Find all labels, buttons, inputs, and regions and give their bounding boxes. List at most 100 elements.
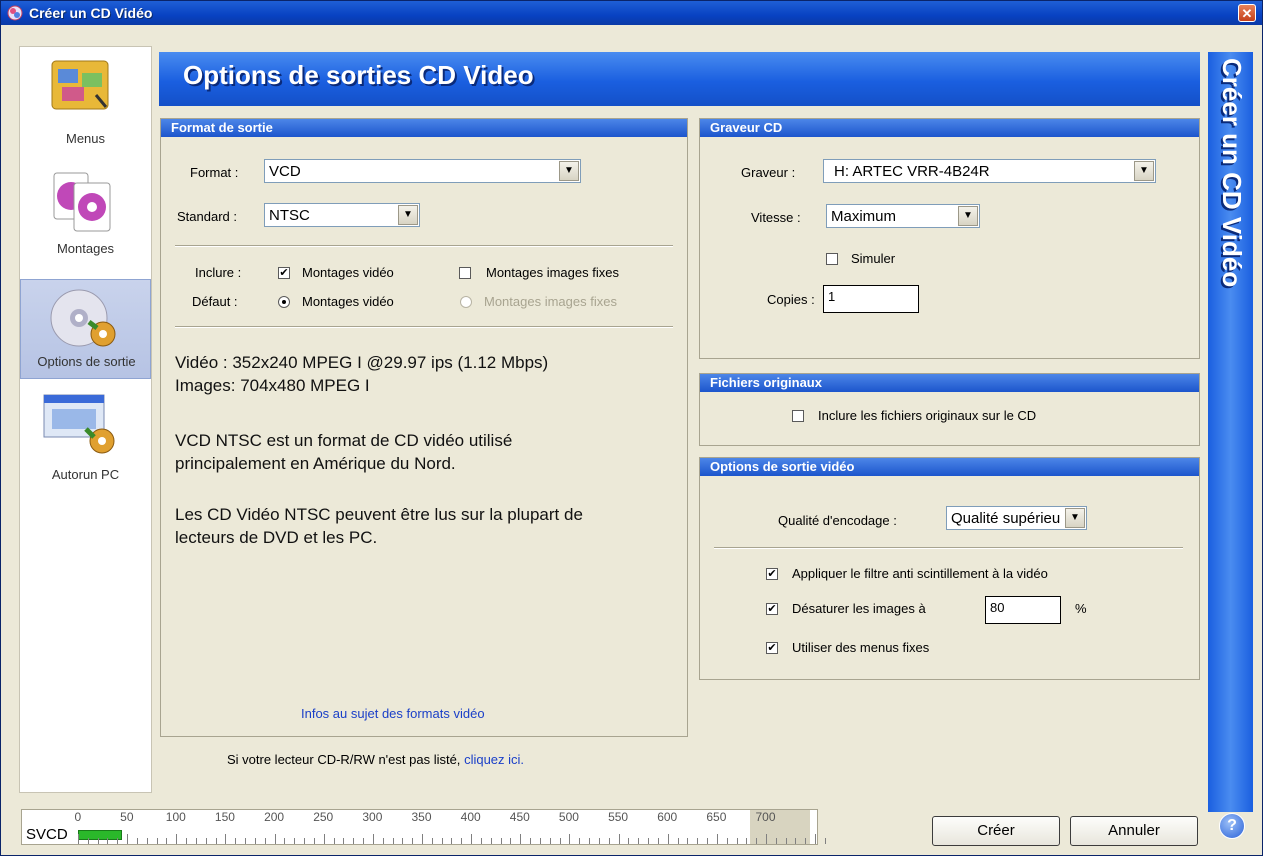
scale-tick xyxy=(775,838,777,844)
include-originals-checkbox[interactable] xyxy=(792,410,804,422)
sidebar-item-label: Menus xyxy=(65,131,106,146)
scale-tick xyxy=(785,838,787,844)
sidebar-item-options-de-sortie[interactable]: Options de sortie xyxy=(20,279,151,379)
desaturate-label: Désaturer les images à xyxy=(792,601,926,616)
scale-tick xyxy=(431,838,433,844)
copies-input[interactable]: 1 xyxy=(823,285,919,313)
scale-tick xyxy=(618,834,620,844)
sidebar-item-montages[interactable]: Montages xyxy=(20,165,151,265)
scale-label: 700 xyxy=(755,810,776,824)
options-de-sortie-icon xyxy=(50,289,116,347)
chevron-down-icon[interactable]: ▼ xyxy=(559,161,579,181)
scale-tick xyxy=(707,838,709,844)
include-video-check-mark: ✔ xyxy=(279,267,289,279)
burner-value: H: ARTEC VRR-4B24R xyxy=(834,163,990,180)
scale-tick xyxy=(579,838,581,844)
scale-tick xyxy=(569,834,571,844)
default-label: Défaut : xyxy=(192,294,238,309)
chevron-down-icon[interactable]: ▼ xyxy=(1134,161,1154,181)
chevron-down-icon[interactable]: ▼ xyxy=(958,206,978,226)
scale-tick xyxy=(225,834,227,844)
desaturate-input[interactable]: 80 xyxy=(985,596,1061,624)
scale-tick xyxy=(313,838,315,844)
help-icon[interactable]: ? xyxy=(1219,813,1245,839)
scale-tick xyxy=(805,838,807,844)
sidebar-item-menus[interactable]: Menus xyxy=(20,51,151,151)
page-title: Options de sorties CD Video xyxy=(183,60,534,90)
scale-tick xyxy=(500,838,502,844)
fixed-menus-label: Utiliser des menus fixes xyxy=(792,640,930,655)
chevron-down-icon[interactable]: ▼ xyxy=(1065,508,1085,528)
scale-tick xyxy=(795,838,797,844)
desaturate-checkbox[interactable]: ✔ xyxy=(766,603,778,615)
scale-tick xyxy=(97,838,99,844)
originals-panel: Fichiers originaux Inclure les fichiers … xyxy=(699,373,1200,446)
scale-tick xyxy=(716,834,718,844)
divider xyxy=(175,245,673,247)
quality-select[interactable]: Qualité supérieu ▼ xyxy=(946,506,1087,530)
scale-tick xyxy=(392,838,394,844)
disc-type-label: SVCD xyxy=(26,826,68,843)
create-button[interactable]: Créer xyxy=(932,816,1060,846)
sidebar-item-autorun-pc[interactable]: Autorun PC xyxy=(20,387,151,487)
speed-value: Maximum xyxy=(831,208,897,225)
scale-tick xyxy=(549,838,551,844)
scale-tick xyxy=(136,838,138,844)
format-info-link[interactable]: Infos au sujet des formats vidéo xyxy=(301,706,485,721)
burner-select[interactable]: H: ARTEC VRR-4B24R ▼ xyxy=(823,159,1156,183)
default-video-radio[interactable] xyxy=(278,296,290,308)
cancel-button[interactable]: Annuler xyxy=(1070,816,1198,846)
simulate-checkbox[interactable] xyxy=(826,253,838,265)
scale-tick xyxy=(559,838,561,844)
title-bar[interactable]: Créer un CD Vidéo ✕ xyxy=(1,1,1262,25)
scale-tick xyxy=(372,834,374,844)
click-here-link[interactable]: cliquez ici. xyxy=(464,752,524,767)
scale-tick xyxy=(412,838,414,844)
video-output-panel: Options de sortie vidéo Qualité d'encoda… xyxy=(699,457,1200,680)
format-description: VCD NTSC est un format de CD vidéo utili… xyxy=(175,429,512,475)
drive-not-listed-note: Si votre lecteur CD-R/RW n'est pas listé… xyxy=(227,752,524,767)
scale-tick xyxy=(78,834,79,844)
format-select[interactable]: VCD ▼ xyxy=(264,159,581,183)
drive-not-listed-text: Si votre lecteur CD-R/RW n'est pas listé… xyxy=(227,752,461,767)
default-stills-radio[interactable] xyxy=(460,296,472,308)
app-icon xyxy=(7,5,23,21)
include-video-checkbox[interactable]: ✔ xyxy=(278,267,290,279)
scale-tick xyxy=(127,834,129,844)
sidebar-nav: Menus Montages Options de sortie Autorun… xyxy=(19,46,152,793)
speed-select[interactable]: Maximum ▼ xyxy=(826,204,980,228)
disc-capacity-bar: SVCD 0 50 100 150 200 250 300 350 400 450 500 550 60… xyxy=(21,809,826,845)
scale-label: 500 xyxy=(558,810,579,824)
scale-tick xyxy=(333,838,335,844)
scale-tick xyxy=(323,834,325,844)
flicker-filter-check-mark: ✔ xyxy=(767,568,777,580)
fixed-menus-checkbox[interactable]: ✔ xyxy=(766,642,778,654)
description-line: lecteurs de DVD et les PC. xyxy=(175,528,378,547)
desaturate-unit: % xyxy=(1075,601,1087,616)
scale-label: 400 xyxy=(460,810,481,824)
scale-tick xyxy=(589,838,591,844)
side-title: Créer un CD Vidéo xyxy=(1217,58,1247,288)
quality-label: Qualité d'encodage : xyxy=(778,513,897,528)
scale-tick xyxy=(638,838,640,844)
scale-label: 200 xyxy=(264,810,285,824)
video-output-panel-header: Options de sortie vidéo xyxy=(700,458,1199,476)
flicker-filter-checkbox[interactable]: ✔ xyxy=(766,568,778,580)
speed-label: Vitesse : xyxy=(751,210,801,225)
chevron-down-icon[interactable]: ▼ xyxy=(398,205,418,225)
used-space-fill xyxy=(78,830,123,840)
sidebar-item-label: Autorun PC xyxy=(51,467,120,482)
side-banner: Créer un CD Vidéo xyxy=(1208,52,1253,812)
default-video-label: Montages vidéo xyxy=(302,294,394,309)
scale-label: 250 xyxy=(313,810,334,824)
flicker-filter-label: Appliquer le filtre anti scintillement à… xyxy=(792,566,1048,581)
include-stills-checkbox[interactable] xyxy=(459,267,471,279)
scale-tick xyxy=(176,834,178,844)
scale-tick xyxy=(815,834,817,844)
standard-select[interactable]: NTSC ▼ xyxy=(264,203,420,227)
format-panel-header: Format de sortie xyxy=(161,119,687,137)
scale-tick xyxy=(422,834,423,844)
scale-tick xyxy=(274,834,276,844)
close-button[interactable]: ✕ xyxy=(1238,4,1256,22)
scale-tick xyxy=(343,838,345,844)
